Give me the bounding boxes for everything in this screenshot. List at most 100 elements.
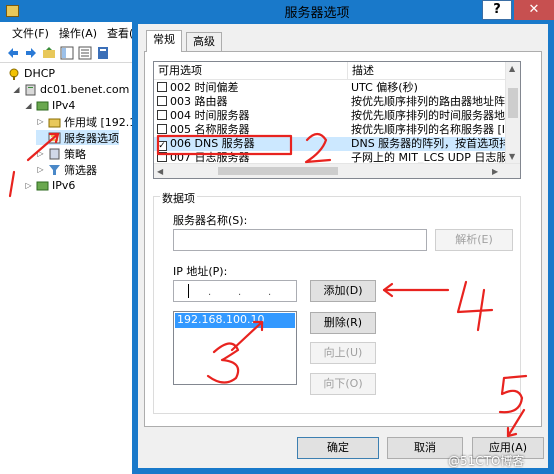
checkbox-unchecked[interactable] [157, 124, 167, 134]
option-name: 004 时间服务器 [170, 109, 250, 122]
tree-label-server: dc01.benet.com [40, 83, 130, 96]
scroll-thumb[interactable] [218, 167, 338, 175]
vertical-scrollbar[interactable]: ▲ ▼ [505, 62, 520, 163]
option-description: 按优先顺序排列的时间服务器地址 [351, 109, 507, 122]
scroll-left-arrow-icon[interactable]: ◀ [157, 167, 163, 176]
tree-node-policies[interactable]: ▷ 策略 [36, 146, 86, 161]
option-name: 005 名称服务器 [170, 123, 250, 136]
server-name-input[interactable] [173, 229, 427, 251]
scroll-right-arrow-icon[interactable]: ▶ [492, 167, 498, 176]
server-options-dialog: 服务器选项 ? ✕ 常规 高级 可用选项 描述 002 时间偏差 UTC 偏移(… [132, 0, 554, 474]
collapse-arrow-icon[interactable]: ◢ [24, 101, 33, 110]
add-button[interactable]: 添加(D) [310, 280, 376, 302]
tree-label-ipv4: IPv4 [52, 99, 76, 112]
up-folder-icon[interactable] [42, 46, 56, 60]
tab-general[interactable]: 常规 [146, 30, 182, 52]
move-down-button[interactable]: 向下(O) [310, 373, 376, 395]
list-item[interactable]: 002 时间偏差 UTC 偏移(秒) [154, 81, 507, 95]
list-item[interactable]: 004 时间服务器 按优先顺序排列的时间服务器地址 [154, 109, 507, 123]
properties-icon[interactable] [78, 46, 92, 60]
scroll-thumb[interactable] [508, 88, 518, 118]
horizontal-scrollbar[interactable]: ◀ ▶ [154, 163, 520, 178]
resolve-button[interactable]: 解析(E) [435, 229, 513, 251]
expand-arrow-icon[interactable]: ▷ [36, 149, 45, 158]
back-arrow-icon[interactable] [6, 46, 20, 60]
tree-label-policies: 策略 [64, 147, 86, 161]
dialog-body: 常规 高级 可用选项 描述 002 时间偏差 UTC 偏移(秒) 003 路由器… [138, 24, 548, 468]
option-name: 002 时间偏差 [170, 81, 239, 94]
close-button[interactable]: ✕ [514, 0, 554, 20]
option-description: DNS 服务器的阵列，按首选项排列 [351, 137, 507, 150]
forward-arrow-icon[interactable] [24, 46, 38, 60]
ip-address-label: IP 地址(P): [173, 265, 228, 278]
ip-dot-separator: . [208, 287, 212, 298]
dhcp-root-icon [9, 68, 19, 80]
show-tree-icon[interactable] [60, 46, 74, 60]
checkbox-unchecked[interactable] [157, 152, 167, 162]
list-header: 可用选项 描述 [154, 62, 507, 80]
watermark: @51CTO博客 [448, 454, 525, 468]
server-icon [25, 84, 36, 95]
menu-action[interactable]: 操作(A) [59, 25, 97, 41]
column-header-description[interactable]: 描述 [348, 62, 507, 80]
tree-node-dhcp[interactable]: DHCP [8, 66, 55, 81]
ip-dot-separator: . [268, 287, 272, 298]
server-options-icon [48, 132, 61, 143]
tree-label-dhcp: DHCP [24, 67, 56, 80]
ip-address-list[interactable]: 192.168.100.10 [173, 311, 297, 385]
text-cursor [188, 284, 189, 298]
list-item-selected[interactable]: ✓ 006 DNS 服务器 DNS 服务器的阵列，按首选项排列 [154, 137, 507, 151]
expand-arrow-icon[interactable]: ▷ [36, 117, 45, 126]
tree-label-scope: 作用域 [192.1 [64, 115, 137, 129]
dialog-title: 服务器选项 [284, 6, 350, 21]
ip-list-item-selected[interactable]: 192.168.100.10 [175, 313, 295, 328]
remove-button[interactable]: 删除(R) [310, 312, 376, 334]
list-item[interactable]: 005 名称服务器 按优先顺序排列的名称服务器 [IEN [154, 123, 507, 137]
available-options-list[interactable]: 可用选项 描述 002 时间偏差 UTC 偏移(秒) 003 路由器 按优先顺序… [153, 61, 521, 179]
menu-bar: 文件(F) 操作(A) 查看(V [0, 24, 139, 42]
checkbox-unchecked[interactable] [157, 96, 167, 106]
scroll-down-arrow-icon[interactable]: ▼ [509, 152, 515, 161]
menu-file[interactable]: 文件(F) [12, 25, 49, 41]
dhcp-app-icon [6, 5, 19, 17]
tree-node-ipv6[interactable]: ▷ IPv6 [24, 178, 75, 193]
checkbox-unchecked[interactable] [157, 82, 167, 92]
checkbox-unchecked[interactable] [157, 110, 167, 120]
list-item[interactable]: 003 路由器 按优先顺序排列的路由器地址阵列 [154, 95, 507, 109]
help-button[interactable]: ? [482, 0, 512, 20]
column-header-available-options[interactable]: 可用选项 [154, 62, 348, 80]
expand-arrow-icon[interactable]: ▷ [36, 165, 45, 174]
ip-dot-separator: . [238, 287, 242, 298]
filter-icon [49, 164, 60, 175]
ok-button[interactable]: 确定 [297, 437, 379, 459]
collapse-arrow-icon[interactable]: ◢ [12, 85, 21, 94]
tab-advanced[interactable]: 高级 [186, 32, 222, 52]
tree-label-ipv6: IPv6 [52, 179, 76, 192]
console-title-bar [0, 0, 139, 22]
server-name-label: 服务器名称(S): [173, 214, 248, 227]
ipv4-icon [36, 101, 49, 110]
tree-node-server[interactable]: ◢ dc01.benet.com [12, 82, 129, 97]
tree-label-filters: 筛选器 [64, 163, 97, 177]
move-up-button[interactable]: 向上(U) [310, 342, 376, 364]
tree-node-scope[interactable]: ▷ 作用域 [192.1 [36, 114, 136, 129]
option-name: 006 DNS 服务器 [170, 137, 255, 150]
expand-arrow-icon[interactable]: ▷ [24, 181, 33, 190]
tree-node-ipv4[interactable]: ◢ IPv4 [24, 98, 75, 113]
tree-node-filters[interactable]: ▷ 筛选器 [36, 162, 97, 177]
ipv6-icon [36, 181, 49, 190]
ip-address-input[interactable]: . . . [173, 280, 297, 302]
option-description: UTC 偏移(秒) [351, 81, 418, 94]
data-entry-group-label: 数据项 [160, 190, 197, 206]
option-description: 按优先顺序排列的名称服务器 [IEN [351, 123, 507, 136]
toolbar [0, 43, 139, 63]
scope-folder-icon [48, 118, 61, 127]
help-book-icon[interactable] [96, 46, 110, 60]
option-name: 003 路由器 [170, 95, 228, 108]
checkbox-checked[interactable]: ✓ [157, 141, 167, 151]
scroll-up-arrow-icon[interactable]: ▲ [509, 64, 515, 73]
policies-icon [49, 148, 60, 159]
tree-node-server-options[interactable]: 服务器选项 [36, 130, 119, 145]
tree-label-server-options: 服务器选项 [64, 131, 119, 145]
console-tree: DHCP ◢ dc01.benet.com ◢ IPv4 ▷ 作用域 [192.… [0, 64, 139, 474]
